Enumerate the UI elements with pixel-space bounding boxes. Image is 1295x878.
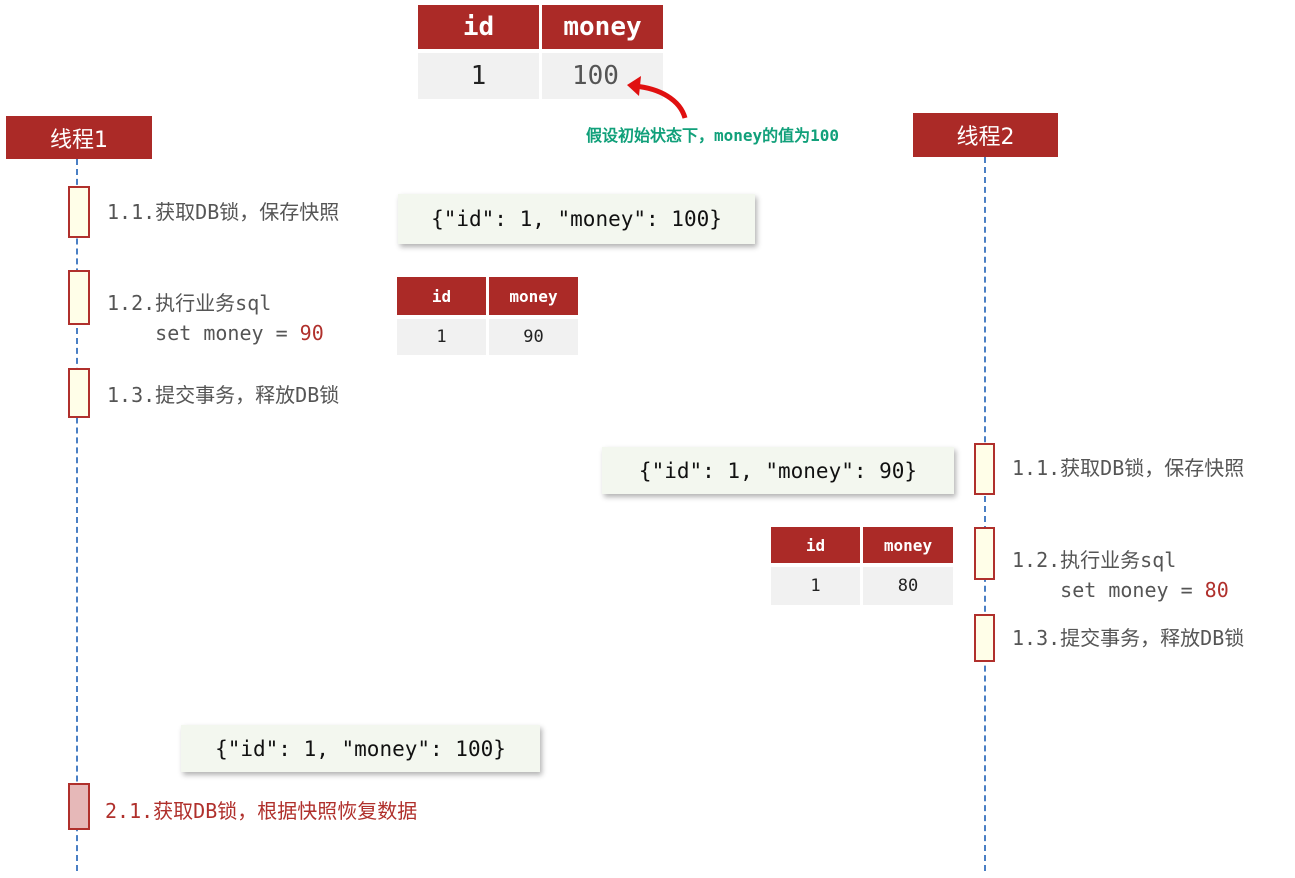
thread1-step-1-3: 1.3.提交事务，释放DB锁 [107,383,340,407]
sql-text: set money = [1060,578,1205,602]
table-cell-money: 80 [863,567,953,605]
thread1-activation [68,270,90,325]
thread1-activation [68,186,90,238]
sql-value: 90 [299,321,324,345]
table-header-money: money [542,5,663,49]
table-header-id: id [771,527,860,563]
thread2-snapshot: {"id": 1, "money": 90} [602,447,954,494]
annotation-text: 假设初始状态下，money的值为100 [586,126,840,145]
table-cell-money: 90 [489,319,578,355]
step-label: 1.2.执行业务sql [107,291,272,315]
thread2-step-1-3: 1.3.提交事务，释放DB锁 [1012,626,1245,650]
thread2-activation [974,614,995,662]
red-arrow-icon [627,76,688,119]
table-cell-id: 1 [418,53,539,99]
thread2-step-1-1: 1.1.获取DB锁，保存快照 [1012,456,1245,480]
thread2-step-1-2: 1.2.执行业务sql set money = 80 [1012,545,1229,605]
thread1-lifeline [76,159,78,871]
thread1-activation [68,368,90,418]
thread1-step-1-2: 1.2.执行业务sql set money = 90 [107,288,324,348]
table-header-id: id [397,277,486,315]
thread2-lifeline [984,157,986,871]
step-label: 1.2.执行业务sql [1012,548,1177,572]
thread1-step-1-1: 1.1.获取DB锁，保存快照 [107,200,340,224]
sql-text: set money = [155,321,300,345]
thread1-restore-snapshot: {"id": 1, "money": 100} [181,725,540,772]
table-header-money: money [863,527,953,563]
thread2-header: 线程2 [913,113,1058,157]
thread1-step-2-1: 2.1.获取DB锁，根据快照恢复数据 [105,799,418,823]
sql-value: 80 [1204,578,1229,602]
table-cell-id: 1 [397,319,486,355]
table-cell-id: 1 [771,567,860,605]
table-header-id: id [418,5,539,49]
thread2-activation [974,443,995,495]
thread1-header: 线程1 [6,116,152,159]
thread1-snapshot: {"id": 1, "money": 100} [398,194,755,244]
table-header-money: money [489,277,578,315]
thread1-rollback-activation [68,783,90,830]
thread2-activation [974,527,995,580]
